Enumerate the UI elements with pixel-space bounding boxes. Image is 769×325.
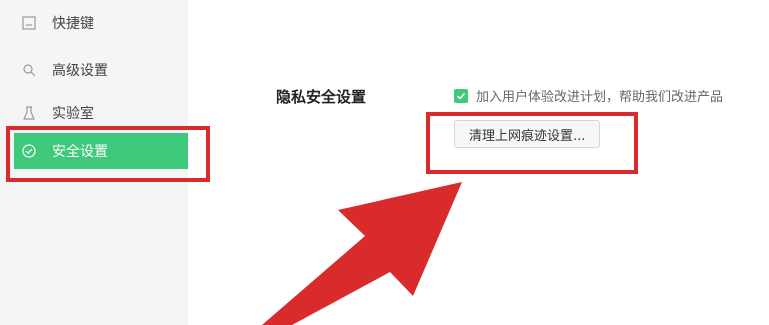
settings-window: 快捷键 高级设置 实验室 安全设置 隐私安全设置 加入用户体验改进计划，帮助我们… xyxy=(0,0,769,325)
annotation-arrow xyxy=(262,182,462,325)
